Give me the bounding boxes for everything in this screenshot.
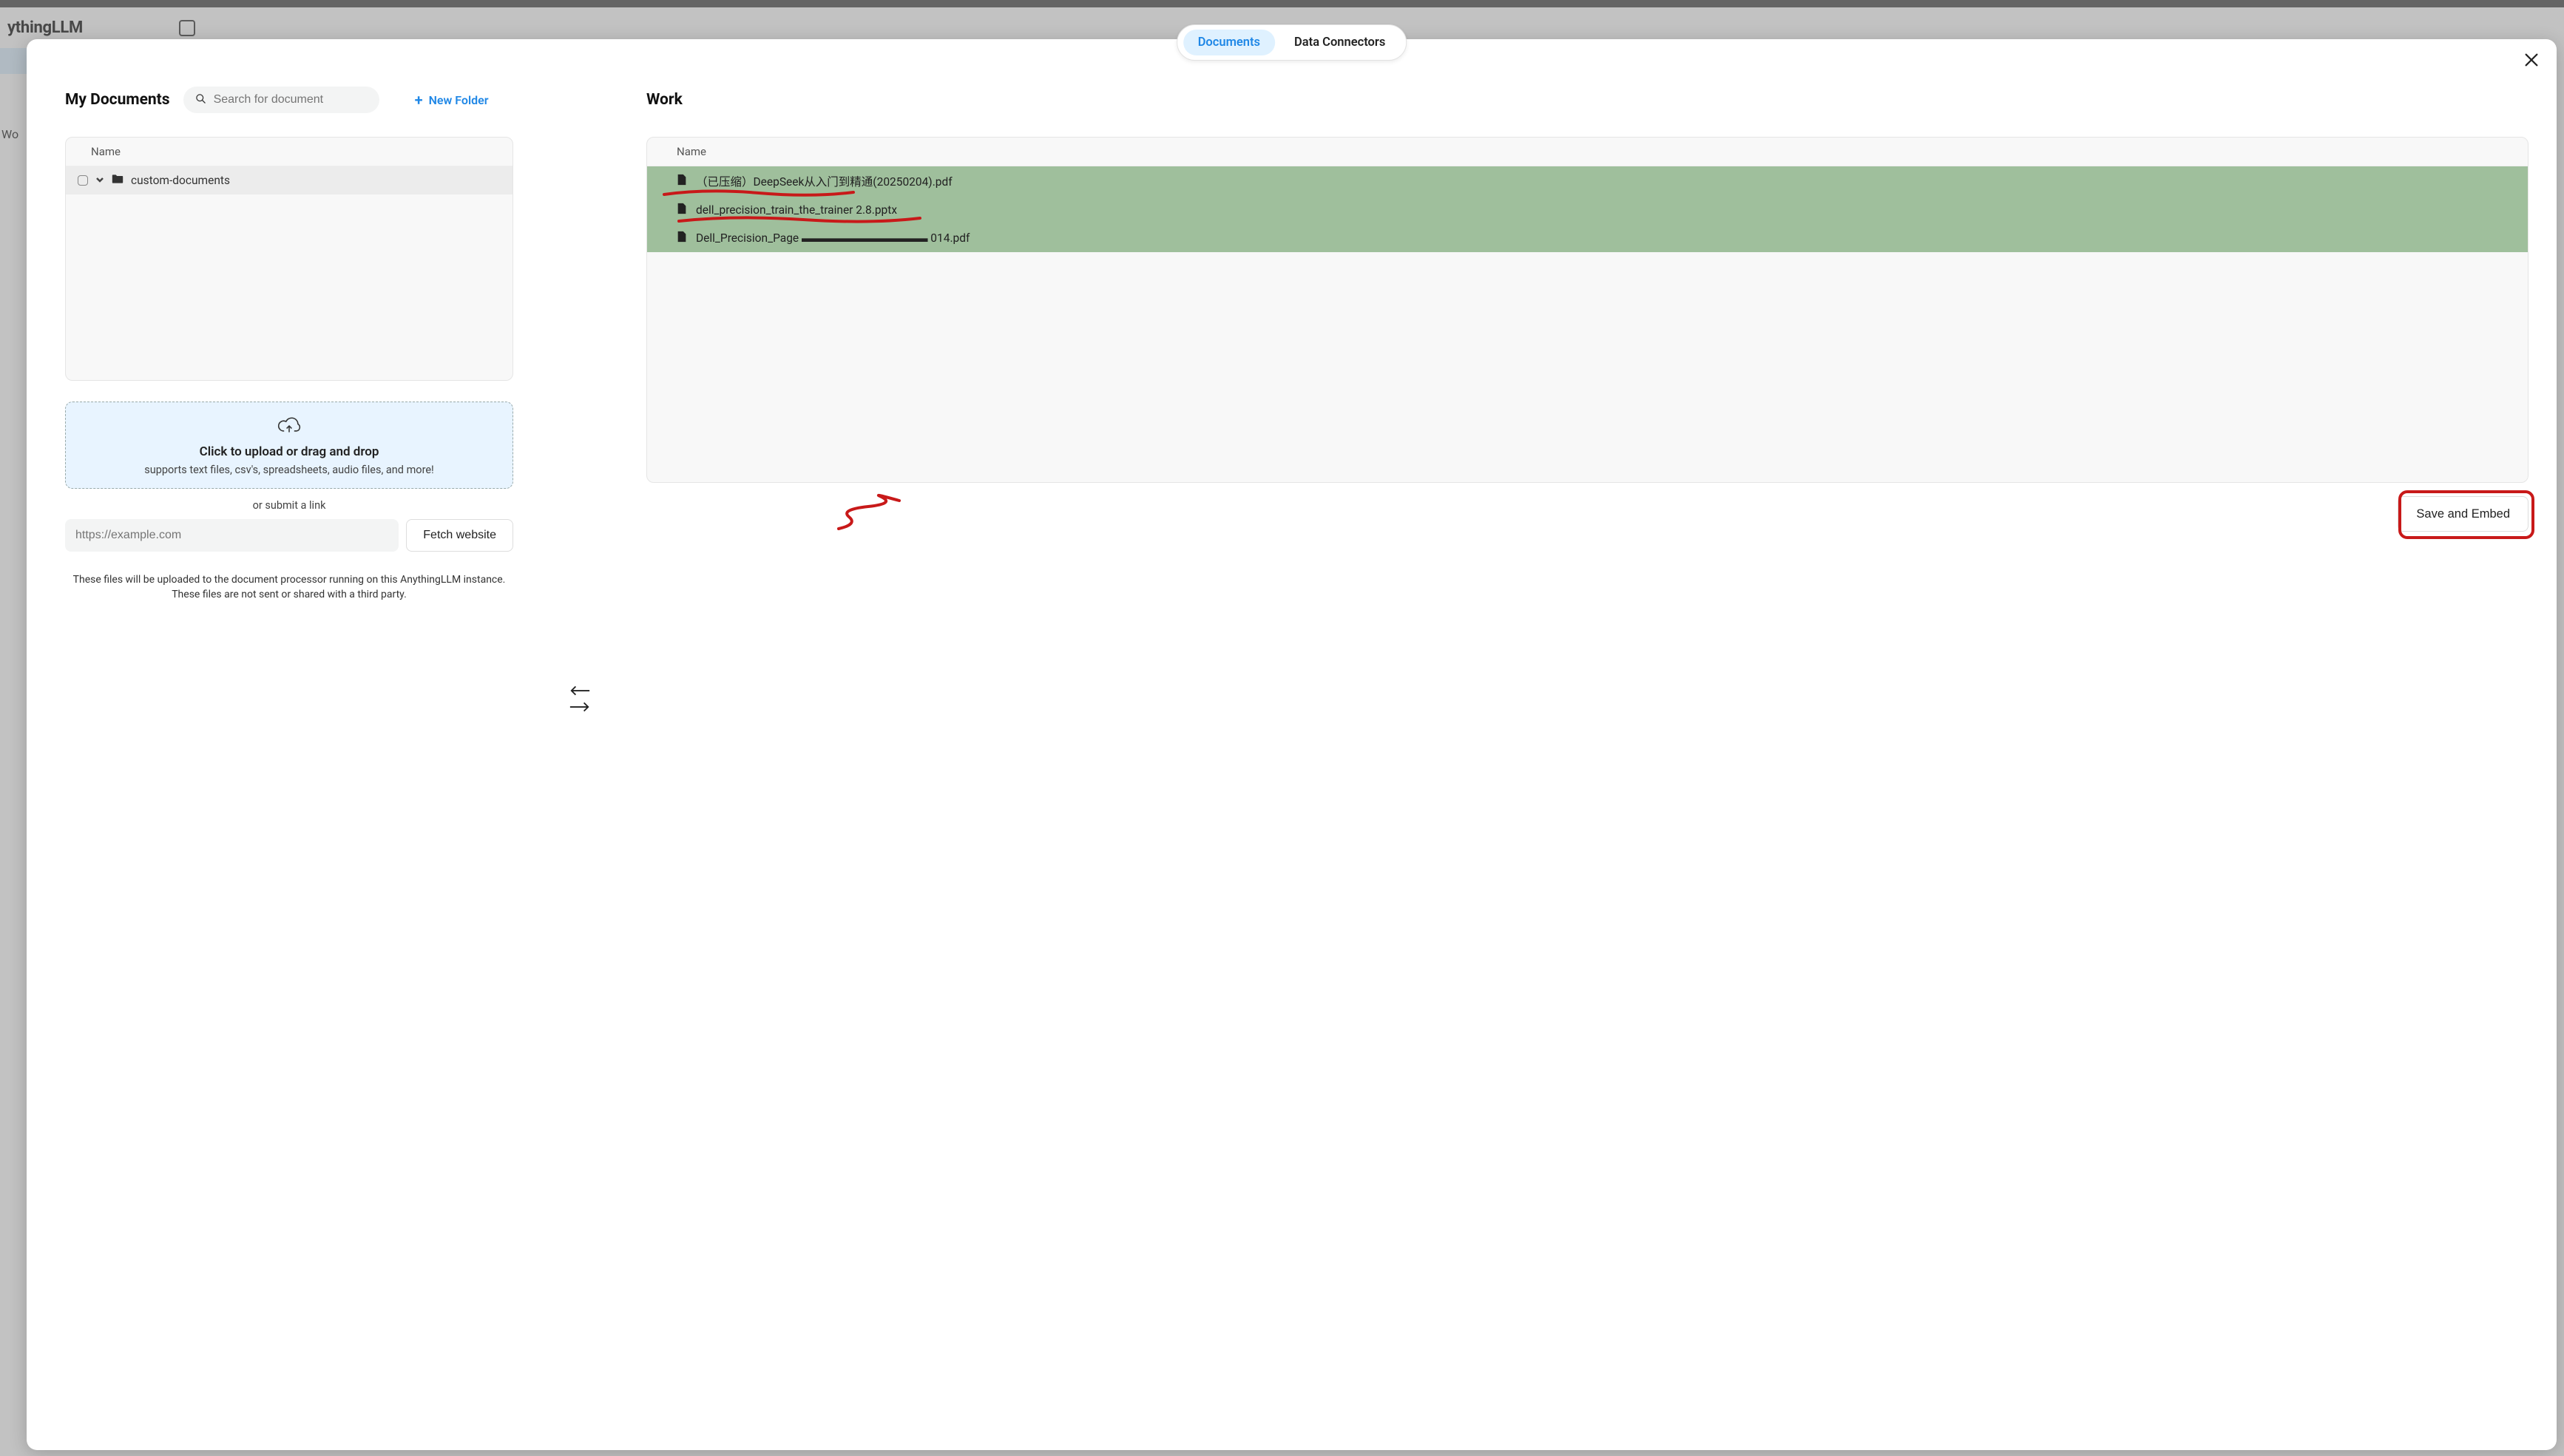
disclaimer-text: These files will be uploaded to the docu… — [65, 572, 513, 603]
folder-name: custom-documents — [131, 174, 230, 187]
close-icon — [2523, 52, 2540, 68]
file-icon — [677, 203, 687, 217]
fetch-website-button[interactable]: Fetch website — [406, 519, 513, 552]
new-folder-button[interactable]: + New Folder — [415, 92, 489, 107]
move-right-button[interactable] — [569, 700, 591, 717]
source-file-list: Name custom-documents — [65, 137, 513, 381]
or-submit-label: or submit a link — [65, 499, 513, 512]
upload-subtitle: supports text files, csv's, spreadsheets… — [144, 464, 434, 476]
workspace-name-header: Name — [647, 138, 2528, 166]
tab-data-connectors[interactable]: Data Connectors — [1279, 30, 1400, 55]
documents-modal: Documents Data Connectors My Documents +… — [27, 39, 2557, 1450]
transfer-controls — [521, 84, 639, 1435]
url-input[interactable] — [65, 519, 399, 552]
folder-icon — [112, 174, 124, 187]
workspace-panel: Work Name （已压缩）DeepSeek从入门到精通(20250204).… — [639, 84, 2536, 1435]
search-wrap[interactable] — [183, 87, 379, 113]
file-name: （已压缩）DeepSeek从入门到精通(20250204).pdf — [696, 173, 953, 189]
file-row[interactable]: dell_precision_train_the_trainer 2.8.ppt… — [647, 196, 2528, 224]
folder-checkbox[interactable] — [78, 175, 88, 186]
upload-title: Click to upload or drag and drop — [200, 444, 379, 459]
save-and-embed-button[interactable]: Save and Embed — [2398, 496, 2529, 532]
tab-documents[interactable]: Documents — [1183, 30, 1275, 55]
tab-switcher: Documents Data Connectors — [1177, 24, 1407, 61]
my-documents-title: My Documents — [65, 91, 170, 109]
upload-dropzone[interactable]: Click to upload or drag and drop support… — [65, 402, 513, 489]
cloud-upload-icon — [277, 415, 302, 440]
file-name: dell_precision_train_the_trainer 2.8.ppt… — [696, 203, 897, 217]
folder-row[interactable]: custom-documents — [66, 166, 513, 194]
search-input[interactable] — [214, 93, 368, 106]
file-name: Dell_Precision_Page ▬▬▬▬▬▬▬▬▬▬▬ 014.pdf — [696, 231, 970, 246]
plus-icon: + — [415, 92, 423, 107]
move-left-button[interactable] — [569, 684, 591, 700]
close-button[interactable] — [2521, 50, 2542, 70]
workspace-title: Work — [646, 91, 683, 109]
chevron-down-icon[interactable] — [95, 174, 104, 187]
file-icon — [677, 231, 687, 246]
file-row[interactable]: Dell_Precision_Page ▬▬▬▬▬▬▬▬▬▬▬ 014.pdf — [647, 224, 2528, 252]
my-documents-panel: My Documents + New Folder Name — [47, 84, 521, 1435]
search-icon — [195, 93, 206, 107]
workspace-file-list: Name （已压缩）DeepSeek从入门到精通(20250204).pdf d… — [646, 137, 2529, 483]
source-name-header: Name — [66, 138, 513, 166]
new-folder-label: New Folder — [429, 93, 489, 107]
file-icon — [677, 174, 687, 189]
file-row[interactable]: （已压缩）DeepSeek从入门到精通(20250204).pdf — [647, 166, 2528, 196]
